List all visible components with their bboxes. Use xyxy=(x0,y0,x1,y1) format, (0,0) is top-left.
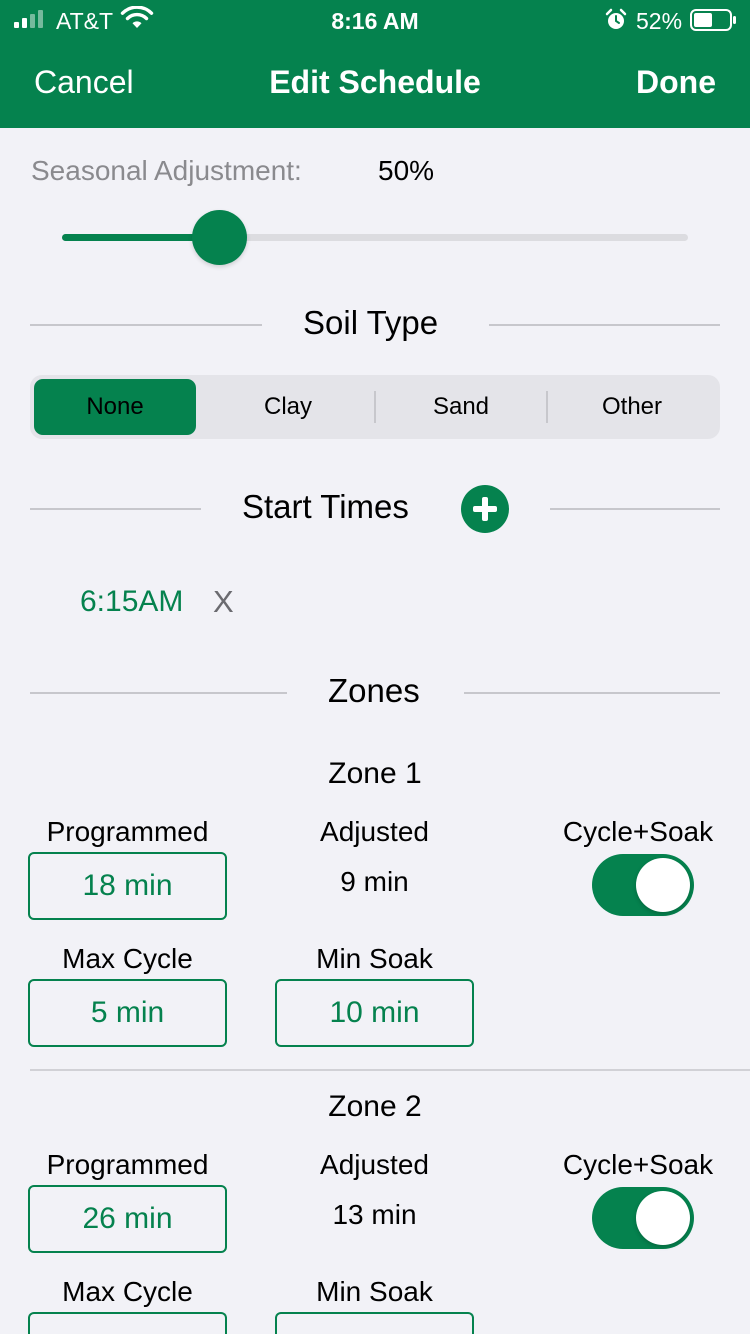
cycle-soak-toggle[interactable] xyxy=(592,854,694,916)
cycle-soak-label: Cycle+Soak xyxy=(562,816,714,847)
seasonal-adjustment-slider[interactable] xyxy=(62,210,688,266)
max-cycle-field[interactable]: 5 min xyxy=(28,979,227,1047)
soil-type-option-sand[interactable]: Sand xyxy=(376,379,546,435)
zone-title: Zone 2 xyxy=(328,1090,422,1123)
divider-line xyxy=(489,324,720,326)
adjusted-minutes-value: 9 min xyxy=(340,866,409,897)
programmed-minutes-field[interactable]: 26 min xyxy=(28,1185,227,1253)
max-cycle-field[interactable] xyxy=(28,1312,227,1334)
divider-line xyxy=(30,324,262,326)
plus-circle-icon[interactable] xyxy=(461,485,509,533)
cancel-button[interactable]: Cancel xyxy=(34,64,134,101)
adjusted-label: Adjusted xyxy=(320,816,429,847)
toggle-knob xyxy=(636,858,690,912)
start-time-value[interactable]: 6:15AM xyxy=(80,585,183,619)
zone-title: Zone 1 xyxy=(328,757,422,790)
battery-icon xyxy=(690,9,736,31)
min-soak-field[interactable] xyxy=(275,1312,474,1334)
min-soak-label: Min Soak xyxy=(316,1276,433,1307)
divider-line xyxy=(30,692,287,694)
nav-bar: Cancel Edit Schedule Done xyxy=(0,62,750,108)
soil-type-heading: Soil Type xyxy=(303,304,439,341)
programmed-label: Programmed xyxy=(46,1149,209,1180)
min-soak-label: Min Soak xyxy=(316,943,433,974)
done-button[interactable]: Done xyxy=(636,64,716,101)
remove-start-time-button[interactable]: X xyxy=(213,584,234,620)
seasonal-adjustment-label: Seasonal Adjustment: xyxy=(31,155,302,186)
soil-type-option-clay[interactable]: Clay xyxy=(202,379,374,435)
min-soak-field[interactable]: 10 min xyxy=(275,979,474,1047)
seasonal-adjustment-value: 50% xyxy=(378,155,435,186)
soil-type-option-none[interactable]: None xyxy=(34,379,196,435)
battery-percent: 52% xyxy=(636,8,683,34)
start-times-section-header: Start Times xyxy=(30,488,720,528)
cycle-soak-label: Cycle+Soak xyxy=(562,1149,714,1180)
soil-type-section-header: Soil Type xyxy=(30,304,720,344)
max-cycle-label: Max Cycle xyxy=(62,943,193,974)
soil-type-option-other[interactable]: Other xyxy=(548,379,716,435)
adjusted-label: Adjusted xyxy=(320,1149,429,1180)
adjusted-minutes-value: 13 min xyxy=(332,1199,417,1230)
zone-divider xyxy=(30,1069,750,1071)
soil-type-segmented-control: None Clay Sand Other xyxy=(30,375,720,439)
programmed-label: Programmed xyxy=(46,816,209,847)
cycle-soak-toggle[interactable] xyxy=(592,1187,694,1249)
status-bar: AT&T 8:16 AM 52% xyxy=(0,0,750,40)
divider-line xyxy=(30,508,201,510)
programmed-minutes-field[interactable]: 18 min xyxy=(28,852,227,920)
divider-line xyxy=(550,508,720,510)
zones-heading: Zones xyxy=(328,672,420,709)
toggle-knob xyxy=(636,1191,690,1245)
slider-thumb[interactable] xyxy=(191,210,247,265)
alarm-icon xyxy=(605,8,627,29)
app-header: AT&T 8:16 AM 52% Cancel Edit Schedule Do… xyxy=(0,0,750,128)
max-cycle-label: Max Cycle xyxy=(62,1276,193,1307)
start-times-heading: Start Times xyxy=(242,488,409,525)
zones-section-header: Zones xyxy=(30,672,720,712)
divider-line xyxy=(464,692,720,694)
